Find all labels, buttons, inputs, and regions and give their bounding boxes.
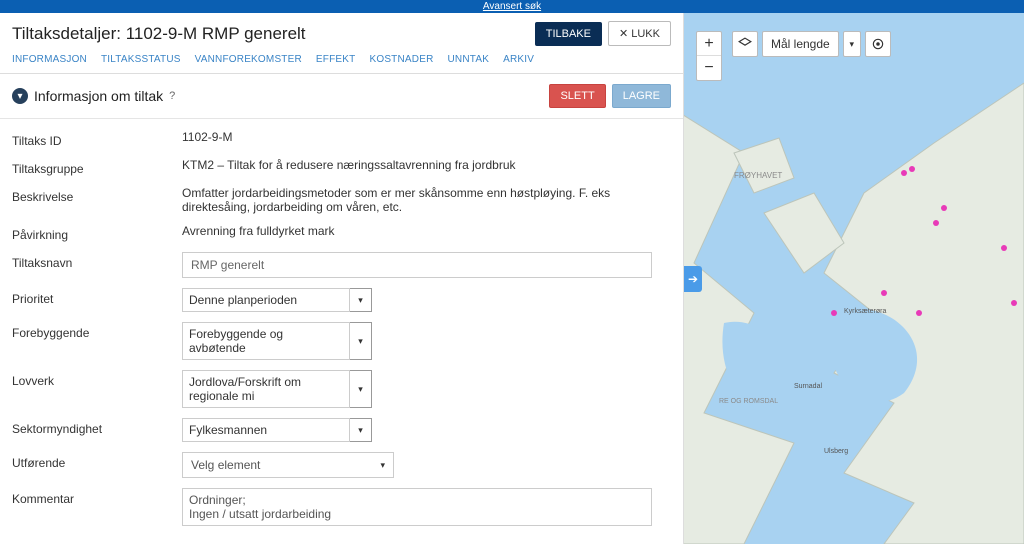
label-gruppe: Tiltaksgruppe xyxy=(12,158,182,176)
svg-text:Ulsberg: Ulsberg xyxy=(824,448,848,455)
tab-bar: INFORMASJON TILTAKSSTATUS VANNFOREKOMSTE… xyxy=(0,50,683,74)
utforende-select[interactable]: Velg element▾ xyxy=(182,452,394,478)
svg-text:RE OG ROMSDAL: RE OG ROMSDAL xyxy=(719,398,778,405)
section-info-title: Informasjon om tiltak xyxy=(34,88,163,104)
collapse-map-button[interactable]: ➔ xyxy=(684,266,702,292)
save-button[interactable]: LAGRE xyxy=(612,84,671,108)
tab-informasjon[interactable]: INFORMASJON xyxy=(12,54,87,65)
label-tiltaks-id: Tiltaks ID xyxy=(12,130,182,148)
label-utforende: Utførende xyxy=(12,452,182,470)
prioritet-select-toggle[interactable]: ▾ xyxy=(350,288,372,312)
forebyggende-select-toggle[interactable]: ▾ xyxy=(350,322,372,360)
svg-text:Surnadal: Surnadal xyxy=(794,383,822,390)
map-canvas[interactable]: FRØYHAVET Kyrksæterøra Surnadal RE OG RO… xyxy=(684,13,1024,544)
kommentar-textarea[interactable] xyxy=(182,488,652,526)
label-forebyggende: Forebyggende xyxy=(12,322,182,340)
measure-dropdown-button[interactable]: ▾ xyxy=(843,31,861,57)
tab-arkiv[interactable]: ARKIV xyxy=(503,54,534,65)
help-icon[interactable]: ? xyxy=(169,90,175,102)
close-button[interactable]: ✕ LUKK xyxy=(608,21,671,46)
svg-text:FRØYHAVET: FRØYHAVET xyxy=(734,171,782,180)
value-beskrivelse: Omfatter jordarbeidingsmetoder som er me… xyxy=(182,186,671,214)
zoom-in-button[interactable]: + xyxy=(697,32,721,56)
map-target-button[interactable] xyxy=(865,31,891,57)
tab-tiltaksstatus[interactable]: TILTAKSSTATUS xyxy=(101,54,181,65)
value-pavirkning: Avrenning fra fulldyrket mark xyxy=(182,224,671,238)
label-navn: Tiltaksnavn xyxy=(12,252,182,270)
label-lovverk: Lovverk xyxy=(12,370,182,388)
back-button[interactable]: TILBAKE xyxy=(535,22,602,46)
label-beskrivelse: Beskrivelse xyxy=(12,186,182,204)
detail-panel: Tiltaksdetaljer: 1102-9-M RMP generelt T… xyxy=(0,13,684,544)
tab-effekt[interactable]: EFFEKT xyxy=(316,54,356,65)
map-layers-button[interactable] xyxy=(732,31,758,57)
prioritet-select[interactable]: Denne planperioden xyxy=(182,288,350,312)
target-icon xyxy=(871,37,885,51)
toggle-info-icon[interactable]: ▾ xyxy=(12,88,28,104)
tab-kostnader[interactable]: KOSTNADER xyxy=(369,54,433,65)
layers-icon xyxy=(738,37,752,51)
label-kommentar: Kommentar xyxy=(12,488,182,506)
advanced-search-link[interactable]: Avansert søk xyxy=(0,0,1024,13)
value-tiltaks-id: 1102-9-M xyxy=(182,130,671,144)
page-title: Tiltaksdetaljer: 1102-9-M RMP generelt xyxy=(12,24,535,44)
label-sektor: Sektormyndighet xyxy=(12,418,182,436)
lovverk-select-toggle[interactable]: ▾ xyxy=(350,370,372,408)
lovverk-select[interactable]: Jordlova/Forskrift om regionale mi xyxy=(182,370,350,408)
label-pavirkning: Påvirkning xyxy=(12,224,182,242)
label-prioritet: Prioritet xyxy=(12,288,182,306)
tab-vannforekomster[interactable]: VANNFOREKOMSTER xyxy=(195,54,302,65)
measure-length-button[interactable]: Mål lengde xyxy=(762,31,839,57)
sektor-select[interactable]: Fylkesmannen xyxy=(182,418,350,442)
sektor-select-toggle[interactable]: ▾ xyxy=(350,418,372,442)
forebyggende-select[interactable]: Forebyggende og avbøtende xyxy=(182,322,350,360)
svg-text:Kyrksæterøra: Kyrksæterøra xyxy=(844,308,887,315)
map-panel[interactable]: FRØYHAVET Kyrksæterøra Surnadal RE OG RO… xyxy=(684,13,1024,544)
tiltaksnavn-input[interactable] xyxy=(182,252,652,278)
delete-button[interactable]: SLETT xyxy=(549,84,605,108)
tab-unntak[interactable]: UNNTAK xyxy=(448,54,490,65)
zoom-out-button[interactable]: − xyxy=(697,56,721,80)
value-gruppe: KTM2 – Tiltak for å redusere næringssalt… xyxy=(182,158,671,172)
close-icon: ✕ xyxy=(619,28,628,40)
